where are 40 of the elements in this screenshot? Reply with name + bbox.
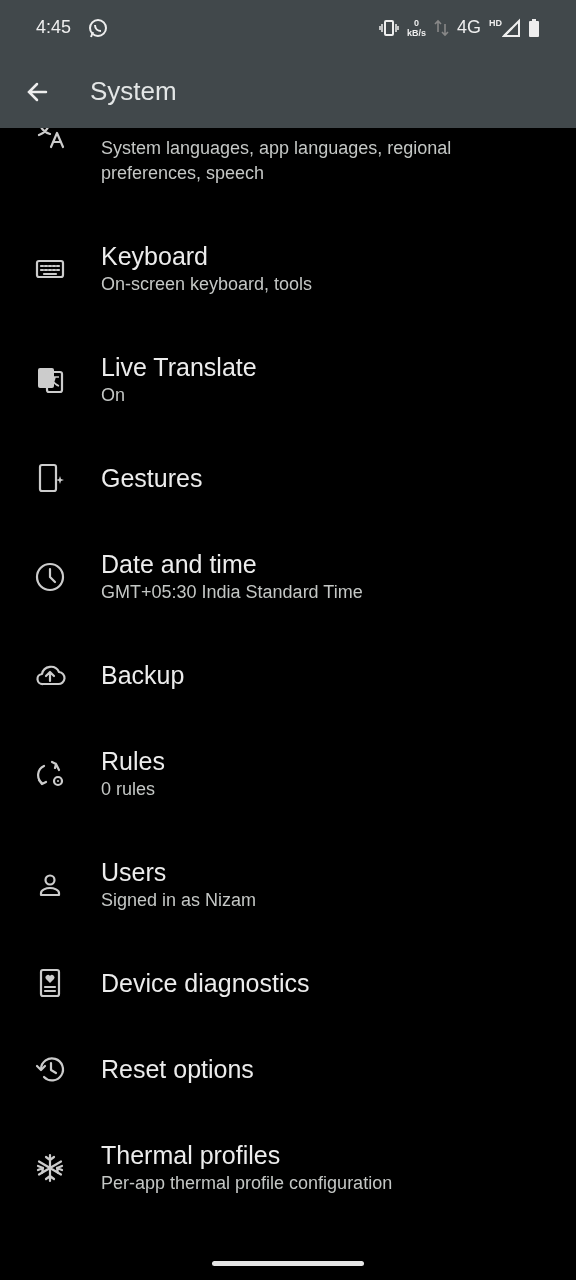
item-subtitle: On — [101, 384, 126, 407]
settings-item[interactable]: Live Translate On — [0, 324, 576, 435]
item-subtitle: Signed in as Nizam — [101, 889, 257, 912]
item-title: Thermal profiles — [101, 1140, 282, 1171]
settings-item[interactable]: Gestures — [0, 435, 576, 521]
settings-item[interactable]: Date and time GMT+05:30 India Standard Time — [0, 521, 576, 632]
settings-item[interactable]: Keyboard On-screen keyboard, tools — [0, 213, 576, 324]
settings-item[interactable]: Device diagnostics — [0, 940, 576, 1026]
item-title: Date and time — [101, 549, 258, 580]
settings-item[interactable]: Reset options — [0, 1026, 576, 1112]
data-arrows-icon — [434, 17, 449, 38]
hd-label: HD — [489, 17, 502, 28]
item-subtitle: GMT+05:30 India Standard Time — [101, 581, 363, 604]
item-title: Live Translate — [101, 352, 257, 383]
snowflake-icon — [34, 1151, 66, 1184]
speed-value: 0 — [412, 17, 420, 28]
settings-item[interactable]: Backup — [0, 632, 576, 718]
page-title: System — [90, 75, 177, 108]
network-type: 4G — [457, 16, 481, 39]
item-title: Backup — [101, 660, 185, 691]
clock-time: 4:45 — [36, 16, 72, 39]
signal-icon — [502, 17, 520, 38]
item-subtitle: 0 rules — [101, 778, 157, 801]
battery-icon — [528, 17, 540, 38]
item-title: Device diagnostics — [101, 968, 310, 999]
item-subtitle: On-screen keyboard, tools — [101, 273, 313, 296]
item-title: Reset options — [101, 1054, 254, 1085]
item-subtitle: System languages, app languages, regional preferences, speech — [101, 137, 453, 185]
settings-item[interactable]: Thermal profiles Per-app thermal profile configuration — [0, 1112, 576, 1223]
settings-item[interactable]: Users Signed in as Nizam — [0, 829, 576, 940]
item-title: Gestures — [101, 463, 203, 494]
settings-item[interactable]: Rules 0 rules — [0, 718, 576, 829]
speed-unit: kB/s — [406, 27, 426, 38]
settings-item[interactable]: System languages, app languages, regional preferences, speech — [0, 128, 576, 213]
vibrate-icon — [378, 17, 399, 38]
item-title: Users — [101, 857, 168, 888]
clock-icon — [34, 560, 66, 593]
item-title: Keyboard — [101, 241, 210, 272]
item-title: Rules — [101, 746, 165, 777]
item-subtitle: Per-app thermal profile configuration — [101, 1172, 393, 1195]
